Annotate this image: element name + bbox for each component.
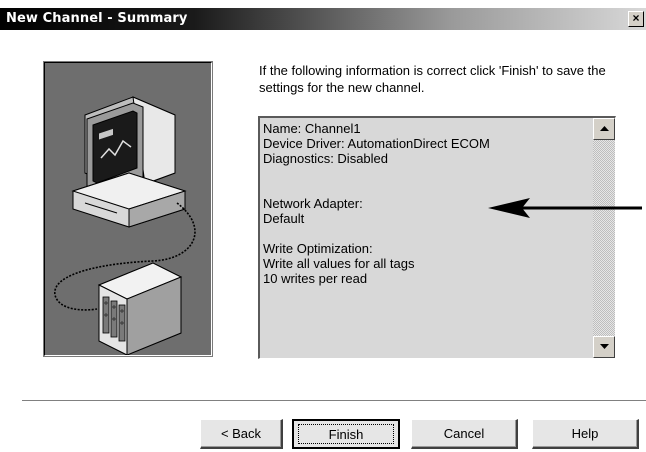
summary-textbox[interactable]: Name: Channel1 Device Driver: Automation…: [258, 116, 616, 359]
scroll-down-button[interactable]: [593, 336, 615, 358]
title-bar: New Channel - Summary ×: [0, 8, 646, 30]
summary-line: [263, 226, 589, 241]
computer-device-icon: [54, 96, 196, 356]
summary-line: [263, 166, 589, 181]
close-button[interactable]: ×: [628, 11, 644, 27]
summary-line: Diagnostics: Disabled: [263, 151, 389, 166]
new-channel-summary-dialog: New Channel - Summary × If the following…: [0, 8, 646, 452]
close-icon: ×: [632, 11, 640, 25]
summary-line: Device Driver: AutomationDirect ECOM: [263, 136, 490, 151]
finish-button-label: Finish: [298, 424, 394, 444]
scroll-up-arrow-icon: [600, 126, 609, 131]
window-title: New Channel - Summary: [6, 11, 188, 26]
separator-line: [22, 400, 646, 402]
summary-line: Name: Channel1: [263, 121, 361, 136]
help-button[interactable]: Help: [532, 419, 639, 449]
left-arrow-annotation: [488, 198, 642, 218]
summary-line: [263, 181, 589, 196]
scroll-up-button[interactable]: [593, 118, 615, 140]
summary-line: Write Optimization:: [263, 241, 373, 256]
dialog-body: If the following information is correct …: [0, 30, 646, 452]
finish-button[interactable]: Finish: [292, 419, 400, 449]
summary-line: 10 writes per read: [263, 271, 368, 286]
vertical-scrollbar[interactable]: [593, 118, 615, 358]
instructions-text: If the following information is correct …: [259, 63, 606, 95]
scroll-down-arrow-icon: [600, 344, 609, 349]
back-button[interactable]: < Back: [200, 419, 283, 449]
summary-line: Write all values for all tags: [263, 256, 415, 271]
computer-network-illustration: [43, 61, 213, 357]
cancel-button[interactable]: Cancel: [411, 419, 518, 449]
